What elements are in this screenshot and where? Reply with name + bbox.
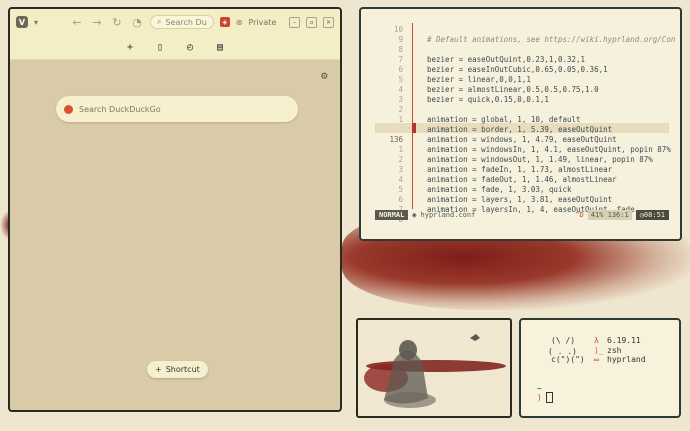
browser-window: V ▾ ← → ↻ ◔ ⌕ Search Du ◈ ⊛ Private – ▫ … <box>8 7 342 412</box>
incognito-icon[interactable]: ◔ <box>130 16 144 29</box>
line-number: 3 <box>398 95 403 104</box>
clock-display: ◷08:51 <box>635 210 669 220</box>
file-name: hyprland.conf <box>420 211 476 219</box>
reload-icon[interactable]: ↻ <box>110 16 124 29</box>
code-line: bezier = linear,0,0,1,1 <box>427 75 531 84</box>
code-line: animation = layers, 1, 3.81, easeOutQuin… <box>427 195 613 204</box>
minimize-button[interactable]: – <box>289 16 300 28</box>
line-number: 4 <box>398 175 403 184</box>
private-icon: ⊛ <box>235 17 243 27</box>
cursor-position: 41% 136:1 <box>587 210 632 220</box>
kernel-version: 6.19.11 <box>607 336 641 345</box>
line-number: 5 <box>398 75 403 84</box>
code-line: animation = fadeIn, 1, 1.73, almostLinea… <box>427 165 613 174</box>
line-number: 7 <box>398 55 403 64</box>
add-icon[interactable]: + <box>127 42 133 53</box>
line-number: 1 <box>398 145 403 154</box>
code-line: animation = border, 1, 5.39, easeOutQuin… <box>427 125 613 134</box>
line-number: 9 <box>398 35 403 44</box>
code-line: bezier = almostLinear,0.5,0.5,0.75,1.0 <box>427 85 599 94</box>
search-icon: ⌕ <box>157 17 162 26</box>
chevron-down-icon[interactable]: ▾ <box>34 18 38 27</box>
line-number: 6 <box>398 65 403 74</box>
line-number: 8 <box>398 45 403 54</box>
line-number: 4 <box>398 85 403 94</box>
monitor-icon: ▭ <box>594 355 599 364</box>
status-line: NORMAL ◉ hyprland.conf ^D 41% 136:1 ◷08:… <box>375 210 669 220</box>
ink-painting <box>364 334 506 408</box>
prompt-symbol: ) <box>537 393 542 402</box>
editor-window: 1098765432113612345678 # Default animati… <box>359 7 682 241</box>
code-line: animation = windows, 1, 4.79, easeOutQui… <box>427 135 617 144</box>
line-number: 5 <box>398 185 403 194</box>
close-button[interactable]: ✕ <box>323 16 334 28</box>
terminal-cursor <box>546 392 553 403</box>
code-line: animation = windowsOut, 1, 1.49, linear,… <box>427 155 653 164</box>
line-number: 6 <box>398 195 403 204</box>
file-icon: ◉ <box>412 211 417 219</box>
ascii-art-line-1: (\ /) <box>551 336 576 345</box>
clock-time: 08:51 <box>643 211 665 219</box>
wm-name: hyprland <box>607 355 646 364</box>
line-number-gutter: 1098765432113612345678 <box>381 25 403 225</box>
line-number: 3 <box>398 165 403 174</box>
notes-icon[interactable]: ▤ <box>217 42 223 53</box>
browser-titlebar: V ▾ ← → ↻ ◔ ⌕ Search Du ◈ ⊛ Private – ▫ … <box>10 9 340 35</box>
maximize-button[interactable]: ▫ <box>306 16 317 28</box>
prompt-dir: ~ <box>537 384 542 393</box>
shell-name: zsh <box>607 346 622 355</box>
code-area[interactable]: # Default animations, see https://wiki.h… <box>427 25 680 215</box>
gutter-separator <box>412 23 413 209</box>
kernel-icon: λ <box>594 336 599 345</box>
private-label: Private <box>248 17 277 27</box>
gear-icon[interactable]: ⚙ <box>321 69 328 82</box>
plus-icon: + <box>155 365 162 374</box>
code-line: # Default animations, see https://wiki.h… <box>427 35 676 44</box>
back-icon[interactable]: ← <box>70 16 84 29</box>
code-line: animation = global, 1, 10, default <box>427 115 581 124</box>
address-bar[interactable]: ⌕ Search Du <box>150 15 214 29</box>
line-number: 136 <box>389 135 403 144</box>
terminal-window[interactable]: (\ /) ( . .) c(")(") λ 6.19.11 ⟩_ zsh ▭ … <box>519 318 681 418</box>
forward-icon[interactable]: → <box>90 16 104 29</box>
shield-icon[interactable]: ◈ <box>219 17 230 27</box>
text-cursor <box>412 123 416 133</box>
code-line: animation = fadeOut, 1, 1.46, almostLine… <box>427 175 617 184</box>
duckduckgo-icon <box>64 104 73 114</box>
code-line: bezier = easeInOutCubic,0.65,0.05,0.36,1 <box>427 65 608 74</box>
shortcut-label: Shortcut <box>165 365 200 374</box>
modified-flag: ^D <box>575 211 584 219</box>
code-line: animation = windowsIn, 1, 4.1, easeOutQu… <box>427 145 671 154</box>
search-input[interactable]: Search DuckDuckGo <box>56 96 298 122</box>
line-number: 2 <box>398 155 403 164</box>
line-number <box>381 125 403 135</box>
code-line: bezier = easeOutQuint,0.23,1,0.32,1 <box>427 55 586 64</box>
address-placeholder: Search Du <box>165 17 207 27</box>
bookmark-icon[interactable]: ▯ <box>157 42 163 53</box>
search-placeholder: Search DuckDuckGo <box>79 104 161 114</box>
code-line: animation = fade, 1, 3.03, quick <box>427 185 572 194</box>
line-number: 2 <box>398 105 403 114</box>
image-viewer <box>356 318 512 418</box>
history-icon[interactable]: ◴ <box>187 42 193 53</box>
browser-toolbar: + ▯ ◴ ▤ <box>10 35 340 60</box>
add-shortcut-button[interactable]: + Shortcut <box>147 361 208 378</box>
line-number: 1 <box>398 115 403 124</box>
vivaldi-menu-icon[interactable]: V <box>16 16 28 28</box>
shell-icon: ⟩_ <box>594 346 604 355</box>
code-line: bezier = quick,0.15,0,0.1,1 <box>427 95 549 104</box>
ascii-art-line-3: c(")(") <box>551 355 585 364</box>
mode-indicator: NORMAL <box>375 210 409 220</box>
line-number: 10 <box>393 25 403 34</box>
